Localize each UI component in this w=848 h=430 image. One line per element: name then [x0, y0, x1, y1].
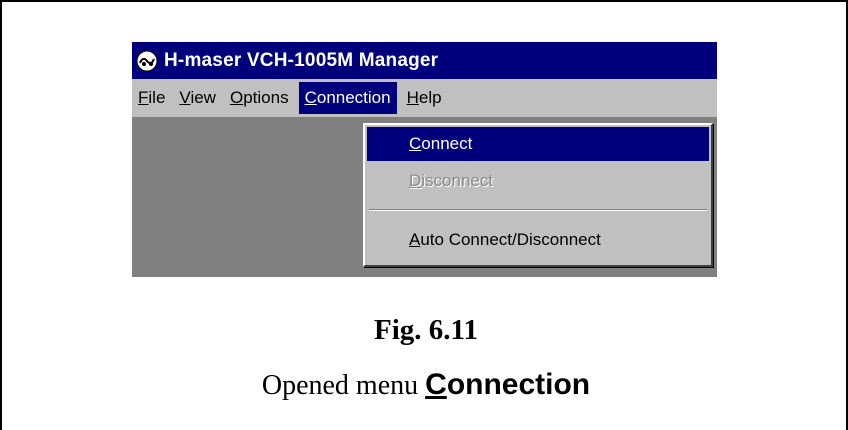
dropdown-item-disconnect: Disconnect	[367, 164, 709, 198]
menu-help-accel: H	[406, 88, 419, 107]
figure-frame: H-maser VCH-1005M Manager File View Opti…	[0, 0, 848, 430]
dropdown-item-auto-connect[interactable]: Auto Connect/Disconnect	[367, 223, 709, 257]
menu-connection-accel: C	[304, 88, 317, 107]
menu-help[interactable]: Help	[403, 82, 446, 114]
menu-options-label: ptions	[243, 88, 289, 107]
connect-accel: C	[409, 134, 422, 153]
menu-options[interactable]: Options	[226, 82, 293, 114]
connection-dropdown-menu: Connect Disconnect Auto Connect/Disconne…	[363, 123, 713, 267]
dropdown-item-connect[interactable]: Connect	[367, 127, 709, 161]
app-icon	[136, 50, 158, 72]
menu-file[interactable]: File	[134, 82, 169, 114]
figure-number: Fig. 6.11	[374, 314, 478, 346]
menu-view[interactable]: View	[175, 82, 220, 114]
menu-connection[interactable]: Connection	[298, 82, 397, 114]
menu-view-accel: V	[179, 88, 191, 107]
caption-menu-accel: C	[425, 368, 447, 401]
caption-menu-rest: onnection	[446, 368, 591, 401]
auto-connect-accel: A	[409, 230, 421, 249]
disconnect-label: isconnect	[421, 171, 494, 190]
menu-view-label: iew	[190, 88, 216, 107]
caption-text: Opened menu	[261, 370, 419, 401]
menu-help-label: elp	[418, 88, 442, 107]
menu-bar: File View Options Connection Help	[132, 79, 717, 117]
title-bar[interactable]: H-maser VCH-1005M Manager	[132, 42, 717, 79]
menu-connection-label: onnection	[316, 88, 391, 107]
connect-label: onnect	[421, 134, 473, 153]
disconnect-accel: D	[409, 171, 422, 190]
figure-caption: Opened menu Connection	[2, 368, 848, 402]
menu-separator	[369, 209, 707, 211]
menu-file-label: ile	[148, 88, 166, 107]
window-title: H-maser VCH-1005M Manager	[164, 49, 439, 71]
auto-connect-label: uto Connect/Disconnect	[420, 230, 601, 249]
caption-menu-name: Connection	[425, 368, 590, 401]
menu-file-accel: F	[138, 88, 149, 107]
app-window: H-maser VCH-1005M Manager File View Opti…	[132, 42, 717, 277]
menu-options-accel: O	[229, 88, 244, 107]
